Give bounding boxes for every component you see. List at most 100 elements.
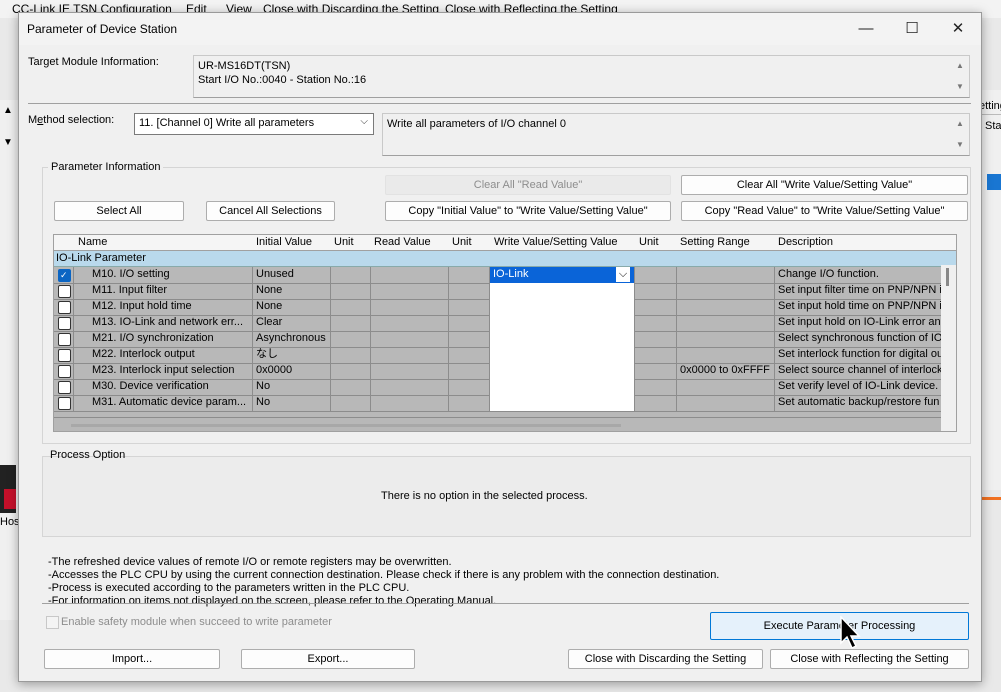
scroll-down-icon[interactable]: ▼ — [956, 82, 964, 91]
write-value[interactable]: IO-Link ⌵ — [490, 267, 635, 283]
table-row[interactable]: M21. I/O synchronization Asynchronous Sele… — [54, 331, 956, 348]
close-discard-button[interactable]: Close with Discarding the Setting — [568, 649, 763, 669]
cancel-all-selections-button[interactable]: Cancel All Selections — [206, 201, 335, 221]
write-value[interactable] — [490, 299, 635, 315]
safety-checkbox[interactable] — [46, 616, 59, 629]
notes-box: -The refreshed device values of remote I… — [44, 552, 969, 618]
table-row[interactable]: M13. IO-Link and network err... Clear Set … — [54, 315, 956, 332]
col-unit-initial[interactable]: Unit — [334, 236, 354, 248]
copy-read-value-button[interactable]: Copy "Read Value" to "Write Value/Settin… — [681, 201, 968, 221]
row-checkbox[interactable] — [58, 365, 71, 378]
method-select[interactable]: 11. [Channel 0] Write all parameters ⌵ — [134, 113, 374, 135]
row-select-cell[interactable] — [54, 299, 74, 315]
unit-write — [635, 315, 677, 331]
initial-value: Clear — [253, 315, 331, 331]
table-row[interactable]: M31. Automatic device param... No Set auto… — [54, 395, 956, 412]
row-select-cell[interactable] — [54, 315, 74, 331]
close-reflect-button[interactable]: Close with Reflecting the Setting — [770, 649, 969, 669]
row-checkbox[interactable] — [58, 397, 71, 410]
bg-up-arrow-icon[interactable]: ▲ — [3, 105, 13, 116]
grid-vscroll[interactable] — [941, 265, 956, 431]
clear-write-value-button[interactable]: Clear All "Write Value/Setting Value" — [681, 175, 968, 195]
chevron-down-icon[interactable]: ⌵ — [616, 267, 630, 282]
read-value — [371, 315, 449, 331]
close-icon[interactable]: ✕ — [935, 13, 981, 45]
col-write-value[interactable]: Write Value/Setting Value — [494, 236, 618, 248]
read-value — [371, 363, 449, 379]
row-checkbox[interactable] — [58, 317, 71, 330]
method-select-value: 11. [Channel 0] Write all parameters — [139, 117, 315, 129]
col-setting-range[interactable]: Setting Range — [680, 236, 750, 248]
row-checkbox[interactable] — [58, 381, 71, 394]
method-desc-scrollbar[interactable]: ▲ ▼ — [952, 114, 969, 155]
bg-down-arrow-icon[interactable]: ▼ — [3, 137, 13, 148]
table-row[interactable]: M23. Interlock input selection 0x0000 0x00… — [54, 363, 956, 380]
row-checkbox[interactable] — [58, 285, 71, 298]
notes-scrollbar[interactable] — [952, 552, 969, 618]
table-row[interactable]: M12. Input hold time None Set input hold t… — [54, 299, 956, 316]
write-value[interactable] — [490, 347, 635, 363]
initial-value: なし — [253, 347, 331, 363]
scroll-down-icon[interactable]: ▼ — [956, 140, 964, 149]
table-row[interactable]: M22. Interlock output なし Set interlock fun… — [54, 347, 956, 364]
select-all-button[interactable]: Select All — [54, 201, 184, 221]
row-select-cell[interactable] — [54, 379, 74, 395]
write-value[interactable] — [490, 363, 635, 379]
setting-range — [677, 267, 775, 283]
target-module-station: Start I/O No.:0040 - Station No.:16 — [198, 74, 367, 86]
table-row[interactable]: M30. Device verification No Set verify lev… — [54, 379, 956, 396]
write-value[interactable] — [490, 283, 635, 299]
row-checkbox[interactable] — [58, 301, 71, 314]
row-select-cell[interactable] — [54, 363, 74, 379]
unit-write — [635, 267, 677, 283]
minimize-icon[interactable]: — — [843, 13, 889, 45]
note-line: -The refreshed device values of remote I… — [48, 556, 452, 568]
write-value[interactable] — [490, 395, 635, 411]
row-select-cell[interactable] — [54, 331, 74, 347]
scroll-up-icon[interactable]: ▲ — [956, 119, 964, 128]
dialog-title-bar[interactable]: Parameter of Device Station — ☐ ✕ — [19, 13, 981, 45]
row-select-cell[interactable] — [54, 267, 74, 283]
col-unit-read[interactable]: Unit — [452, 236, 472, 248]
grid-hscroll-thumb[interactable] — [71, 424, 621, 427]
col-unit-write[interactable]: Unit — [639, 236, 659, 248]
maximize-icon[interactable]: ☐ — [889, 13, 935, 45]
bg-host-label: Hos — [0, 516, 20, 528]
row-checkbox[interactable] — [58, 349, 71, 362]
setting-range — [677, 283, 775, 299]
clear-read-value-button[interactable]: Clear All "Read Value" — [385, 175, 671, 195]
target-scrollbar[interactable]: ▲ ▼ — [952, 56, 969, 97]
write-value[interactable] — [490, 331, 635, 347]
col-initial-value[interactable]: Initial Value — [256, 236, 312, 248]
unit-read — [449, 267, 490, 283]
scroll-up-icon[interactable]: ▲ — [956, 61, 964, 70]
read-value — [371, 347, 449, 363]
col-description[interactable]: Description — [778, 236, 833, 248]
write-value[interactable] — [490, 379, 635, 395]
setting-range: 0x0000 to 0xFFFF — [677, 363, 775, 379]
col-read-value[interactable]: Read Value — [374, 236, 431, 248]
unit-initial — [331, 299, 371, 315]
row-select-cell[interactable] — [54, 395, 74, 411]
param-name: M12. Input hold time — [74, 299, 253, 315]
unit-initial — [331, 395, 371, 411]
row-select-cell[interactable] — [54, 283, 74, 299]
copy-initial-value-button[interactable]: Copy "Initial Value" to "Write Value/Set… — [385, 201, 671, 221]
unit-write — [635, 299, 677, 315]
divider — [42, 603, 969, 604]
read-value — [371, 395, 449, 411]
table-row[interactable]: M11. Input filter None Set input filter ti… — [54, 283, 956, 300]
row-checkbox[interactable] — [58, 268, 71, 283]
target-module-info: UR-MS16DT(TSN) Start I/O No.:0040 - Stat… — [193, 55, 970, 98]
import-button[interactable]: Import... — [44, 649, 220, 669]
row-select-cell[interactable] — [54, 347, 74, 363]
table-row[interactable]: M10. I/O settingUnused IO-Link⌵ Change I/O… — [54, 267, 956, 284]
bg-setting-tab[interactable]: etting — [979, 100, 1001, 115]
bg-selected-row[interactable] — [987, 174, 1001, 190]
description: Select synchronous function of IO — [775, 331, 945, 347]
row-checkbox[interactable] — [58, 333, 71, 346]
write-value[interactable] — [490, 315, 635, 331]
col-name[interactable]: Name — [78, 236, 107, 248]
export-button[interactable]: Export... — [241, 649, 415, 669]
param-name: M21. I/O synchronization — [74, 331, 253, 347]
